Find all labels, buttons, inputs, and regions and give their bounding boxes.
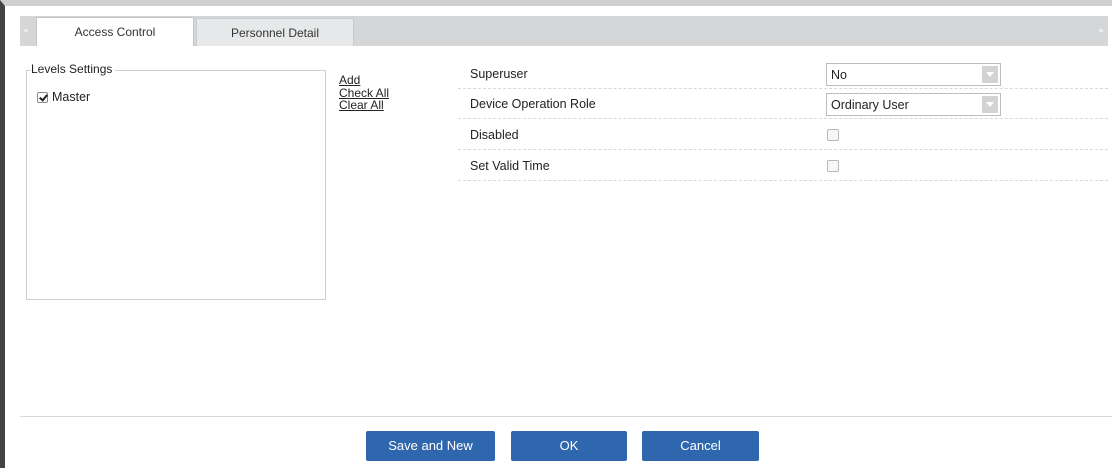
superuser-select[interactable]: No [826, 63, 1001, 86]
level-checkbox[interactable] [37, 91, 48, 103]
superuser-value: No [831, 68, 847, 82]
footer-divider [20, 416, 1112, 417]
superuser-label: Superuser [470, 67, 528, 81]
chevron-down-icon[interactable] [982, 96, 998, 113]
device-role-label: Device Operation Role [470, 97, 596, 111]
ok-button[interactable]: OK [511, 431, 627, 461]
tab-access-control[interactable]: Access Control [36, 17, 194, 46]
level-label: Master [52, 90, 91, 104]
valid-time-checkbox[interactable] [827, 160, 839, 172]
chevron-down-icon[interactable] [982, 66, 998, 83]
disabled-label: Disabled [470, 128, 519, 142]
disabled-row: Disabled [458, 121, 1108, 150]
save-and-new-button[interactable]: Save and New [366, 431, 495, 461]
level-item-master[interactable]: Master [37, 90, 90, 104]
scroll-left-icon[interactable]: ◂ [23, 25, 28, 35]
tab-personnel-detail[interactable]: Personnel Detail [196, 18, 354, 46]
disabled-checkbox[interactable] [827, 129, 839, 141]
device-role-row: Device Operation Role Ordinary User [458, 90, 1108, 119]
device-role-select[interactable]: Ordinary User [826, 93, 1001, 116]
add-link[interactable]: Add [339, 74, 389, 87]
tab-strip: ◂ Access Control Personnel Detail ▸ [20, 16, 1108, 46]
valid-time-row: Set Valid Time [458, 152, 1108, 181]
levels-settings-panel: Levels Settings Master [26, 62, 326, 300]
cancel-button[interactable]: Cancel [642, 431, 759, 461]
scroll-right-icon[interactable]: ▸ [1099, 25, 1104, 35]
level-actions: Add Check All Clear All [339, 74, 389, 112]
clear-all-link[interactable]: Clear All [339, 99, 389, 112]
device-role-value: Ordinary User [831, 98, 909, 112]
superuser-row: Superuser No [458, 60, 1108, 89]
valid-time-label: Set Valid Time [470, 159, 550, 173]
levels-settings-legend: Levels Settings [31, 62, 116, 76]
